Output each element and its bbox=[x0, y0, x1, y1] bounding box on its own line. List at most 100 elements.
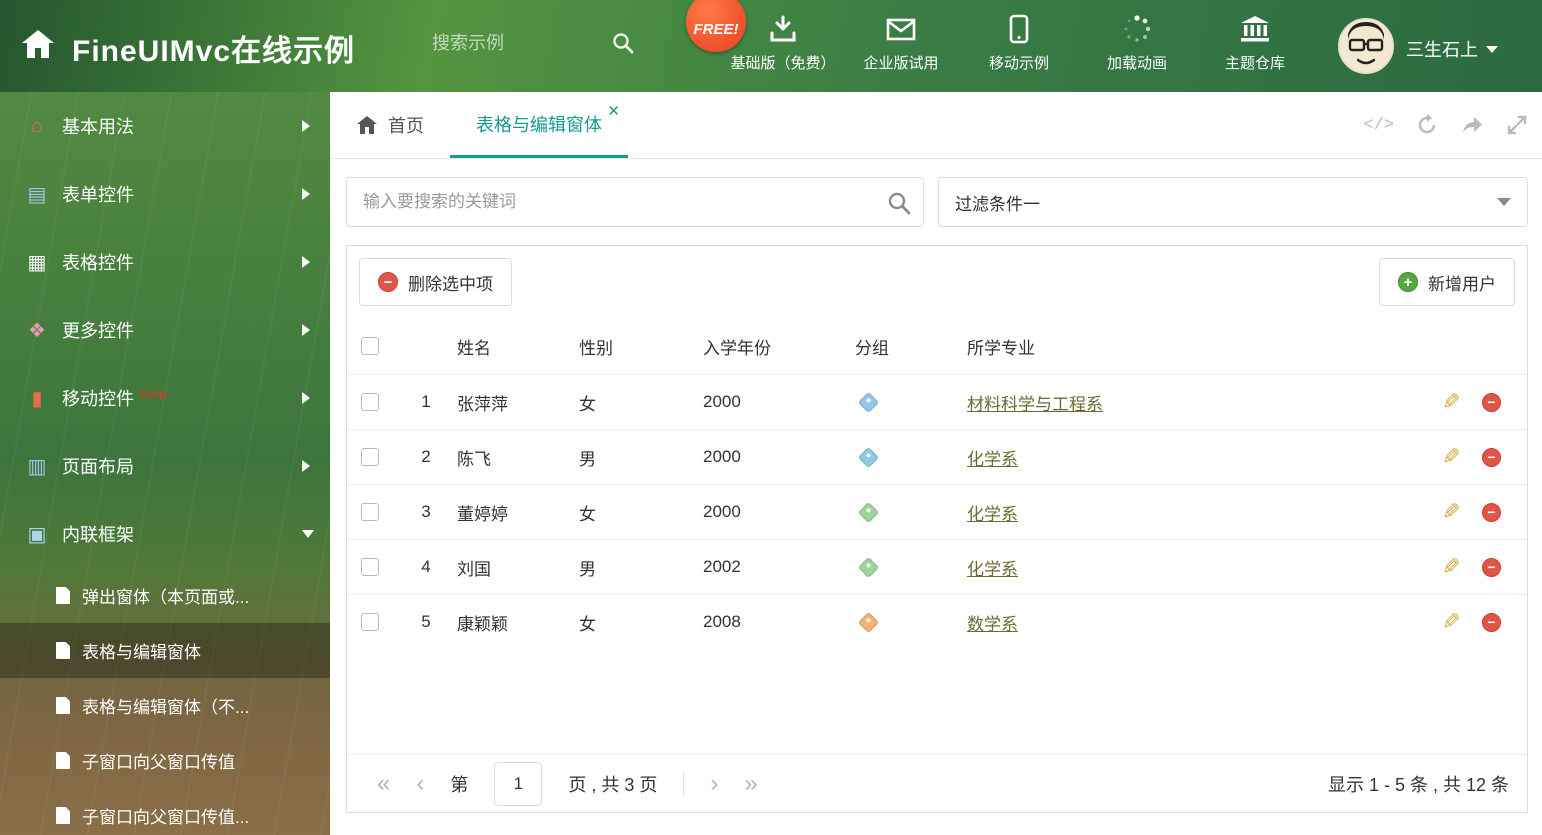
table-row: 2 陈飞 男 2000 化学系 ✎ − bbox=[347, 429, 1527, 484]
sidebar-subitem-grid-edit-window[interactable]: 表格与编辑窗体 bbox=[0, 623, 330, 678]
major-link[interactable]: 化学系 bbox=[967, 505, 1018, 524]
mail-icon bbox=[885, 14, 917, 44]
cell-gender: 男 bbox=[579, 559, 596, 579]
nav-basic-free[interactable]: 基础版（免费） bbox=[724, 10, 842, 73]
search-icon[interactable] bbox=[612, 32, 634, 54]
file-icon bbox=[56, 642, 70, 659]
page-suffix: 页 , 共 3 页 bbox=[568, 774, 658, 795]
header-search-input[interactable] bbox=[432, 32, 562, 54]
table-row: 3 董婷婷 女 2000 化学系 ✎ − bbox=[347, 484, 1527, 539]
row-checkbox[interactable] bbox=[361, 503, 379, 521]
minus-circle-icon: − bbox=[378, 272, 398, 292]
row-number: 2 bbox=[421, 447, 431, 466]
delete-icon[interactable]: − bbox=[1482, 612, 1501, 632]
edit-icon[interactable]: ✎ bbox=[1442, 389, 1460, 415]
select-all-checkbox[interactable] bbox=[361, 337, 379, 355]
page-number-input[interactable] bbox=[494, 761, 543, 806]
delete-selected-button[interactable]: − 删除选中项 bbox=[359, 258, 512, 306]
next-page-icon[interactable]: › bbox=[710, 770, 718, 798]
home-icon[interactable] bbox=[20, 28, 56, 60]
nav-mobile-demo[interactable]: 移动示例 bbox=[960, 10, 1078, 73]
edit-icon[interactable]: ✎ bbox=[1442, 499, 1460, 525]
chevron-right-icon bbox=[302, 120, 310, 132]
record-summary: 显示 1 - 5 条 , 共 12 条 bbox=[1327, 774, 1509, 795]
top-header: FineUIMvc在线示例 FREE! 基础版（免费） 企业版试用 bbox=[0, 0, 1542, 92]
file-icon bbox=[56, 807, 70, 824]
sidebar-item-mobile-controls[interactable]: ▮ 移动控件 Corp. bbox=[0, 364, 330, 432]
table-row: 4 刘国 男 2002 化学系 ✎ − bbox=[347, 539, 1527, 594]
last-page-icon[interactable]: » bbox=[744, 770, 757, 798]
keyword-search-input[interactable] bbox=[347, 178, 923, 226]
edit-icon[interactable]: ✎ bbox=[1442, 609, 1460, 635]
edit-icon[interactable]: ✎ bbox=[1442, 444, 1460, 470]
cell-year: 2002 bbox=[703, 557, 741, 576]
form-icon: ▤ bbox=[27, 183, 47, 206]
major-link[interactable]: 化学系 bbox=[967, 450, 1018, 469]
sidebar-subitem-child-to-parent-2[interactable]: 子窗口向父窗口传值... bbox=[0, 788, 330, 835]
sidebar-subitem-grid-edit-window-2[interactable]: 表格与编辑窗体（不... bbox=[0, 678, 330, 733]
add-user-button[interactable]: + 新增用户 bbox=[1379, 258, 1515, 306]
sidebar-item-table-controls[interactable]: ▦ 表格控件 bbox=[0, 228, 330, 296]
nav-loading-animation[interactable]: 加载动画 bbox=[1078, 10, 1196, 73]
delete-icon[interactable]: − bbox=[1482, 502, 1501, 522]
refresh-icon[interactable] bbox=[1416, 114, 1438, 136]
cell-name: 康颖颖 bbox=[457, 614, 508, 634]
col-year: 入学年份 bbox=[703, 338, 771, 358]
app-window: FineUIMvc在线示例 FREE! 基础版（免费） 企业版试用 bbox=[0, 0, 1542, 835]
sidebar-item-inline-frame[interactable]: ▣ 内联框架 bbox=[0, 500, 330, 568]
table-header-row: 姓名 性别 入学年份 分组 所学专业 bbox=[347, 318, 1527, 374]
major-link[interactable]: 化学系 bbox=[967, 560, 1018, 579]
cell-gender: 男 bbox=[579, 449, 596, 469]
sidebar-item-basic-usage[interactable]: ⌂ 基本用法 bbox=[0, 92, 330, 160]
first-page-icon[interactable]: « bbox=[377, 770, 390, 798]
sidebar-subitem-child-to-parent[interactable]: 子窗口向父窗口传值 bbox=[0, 733, 330, 788]
sidebar-item-more-controls[interactable]: ❖ 更多控件 bbox=[0, 296, 330, 364]
col-major: 所学专业 bbox=[967, 338, 1035, 358]
chevron-right-icon bbox=[302, 460, 310, 472]
major-link[interactable]: 数学系 bbox=[967, 615, 1018, 634]
filter-dropdown[interactable]: 过滤条件一 bbox=[938, 177, 1528, 227]
grid-toolbar: − 删除选中项 + 新增用户 bbox=[347, 246, 1527, 318]
edit-icon[interactable]: ✎ bbox=[1442, 554, 1460, 580]
tag-icon bbox=[857, 556, 880, 578]
row-checkbox[interactable] bbox=[361, 393, 379, 411]
delete-icon[interactable]: − bbox=[1482, 447, 1501, 467]
tab-close-icon[interactable]: ✕ bbox=[607, 102, 620, 120]
row-checkbox[interactable] bbox=[361, 613, 379, 631]
user-name: 三生石上 bbox=[1406, 40, 1478, 60]
row-number: 1 bbox=[421, 392, 431, 411]
prev-page-icon[interactable]: ‹ bbox=[416, 770, 424, 798]
nav-enterprise-trial[interactable]: 企业版试用 bbox=[842, 10, 960, 73]
search-icon[interactable] bbox=[887, 191, 911, 215]
delete-icon[interactable]: − bbox=[1482, 557, 1501, 577]
bank-icon bbox=[1239, 14, 1271, 44]
tab-grid-edit-window[interactable]: 表格与编辑窗体 ✕ bbox=[450, 92, 628, 158]
sidebar-item-form-controls[interactable]: ▤ 表单控件 bbox=[0, 160, 330, 228]
chevron-right-icon bbox=[302, 392, 310, 404]
code-icon[interactable]: </> bbox=[1363, 116, 1394, 135]
cell-year: 2000 bbox=[703, 447, 741, 466]
tab-home[interactable]: 首页 bbox=[330, 92, 450, 158]
table-icon: ▦ bbox=[27, 251, 47, 274]
layout-icon: ▥ bbox=[27, 455, 47, 478]
delete-icon[interactable]: − bbox=[1482, 392, 1501, 412]
sidebar-item-page-layout[interactable]: ▥ 页面布局 bbox=[0, 432, 330, 500]
chevron-down-icon bbox=[1486, 45, 1498, 53]
col-group: 分组 bbox=[855, 338, 889, 358]
row-checkbox[interactable] bbox=[361, 448, 379, 466]
sidebar-subitem-popup-window[interactable]: 弹出窗体（本页面或... bbox=[0, 568, 330, 623]
header-search[interactable] bbox=[432, 32, 634, 54]
expand-icon[interactable] bbox=[1506, 114, 1528, 136]
col-gender: 性别 bbox=[579, 338, 613, 358]
cell-year: 2008 bbox=[703, 612, 741, 631]
nav-theme-store[interactable]: 主题仓库 bbox=[1196, 10, 1314, 73]
row-checkbox[interactable] bbox=[361, 558, 379, 576]
nav-label: 加载动画 bbox=[1106, 55, 1167, 72]
tag-icon bbox=[857, 391, 880, 413]
chevron-right-icon bbox=[302, 256, 310, 268]
user-avatar[interactable] bbox=[1338, 18, 1394, 74]
major-link[interactable]: 材料科学与工程系 bbox=[967, 395, 1103, 414]
home-icon bbox=[357, 116, 377, 134]
share-icon[interactable] bbox=[1460, 114, 1484, 136]
user-menu[interactable]: 三生石上 bbox=[1406, 36, 1498, 62]
